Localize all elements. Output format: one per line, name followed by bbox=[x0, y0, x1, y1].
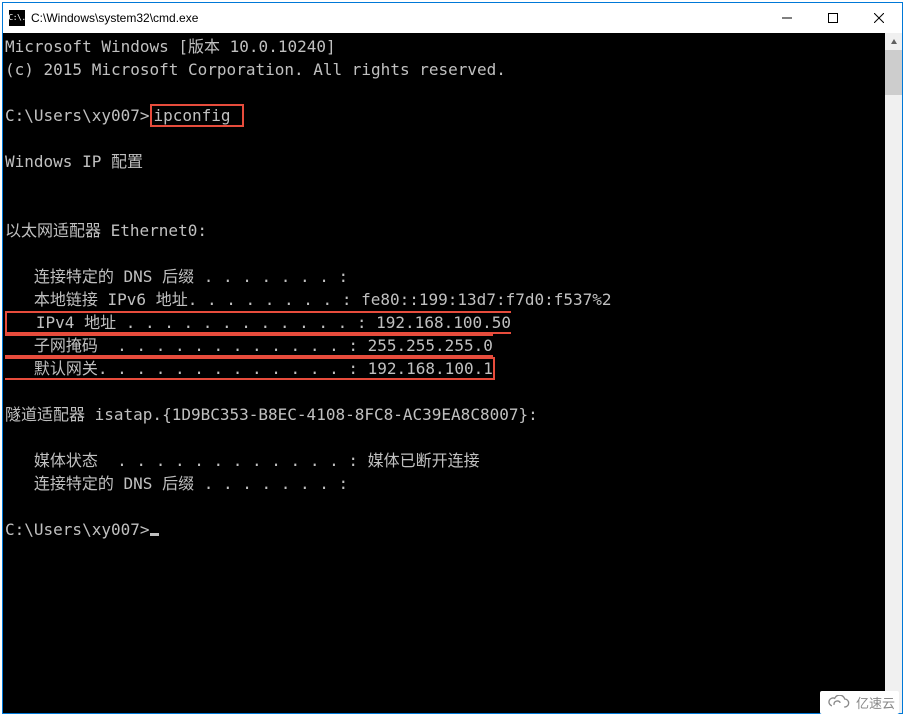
scroll-thumb[interactable] bbox=[885, 50, 902, 95]
maximize-button[interactable] bbox=[810, 3, 856, 33]
header-line: Microsoft Windows [版本 10.0.10240] bbox=[5, 37, 336, 56]
watermark-text: 亿速云 bbox=[856, 693, 895, 712]
scroll-track[interactable] bbox=[885, 50, 902, 696]
adapter-title: 隧道适配器 isatap.{1D9BC353-B8EC-4108-8FC8-AC… bbox=[5, 405, 538, 424]
adapter-title: 以太网适配器 Ethernet0: bbox=[5, 221, 207, 240]
close-button[interactable] bbox=[856, 3, 902, 33]
cmd-window: C:\. C:\Windows\system32\cmd.exe Microso… bbox=[2, 2, 903, 714]
vertical-scrollbar[interactable] bbox=[885, 33, 902, 713]
gateway-line: 默认网关. . . . . . . . . . . . . : 192.168.… bbox=[5, 359, 493, 378]
window-title: C:\Windows\system32\cmd.exe bbox=[31, 11, 198, 25]
minimize-button[interactable] bbox=[764, 3, 810, 33]
dns-suffix-line: 连接特定的 DNS 后缀 . . . . . . . : bbox=[5, 474, 348, 493]
titlebar[interactable]: C:\. C:\Windows\system32\cmd.exe bbox=[3, 3, 902, 33]
ipv4-line: IPv4 地址 . . . . . . . . . . . . : 192.16… bbox=[7, 313, 511, 332]
section-heading: Windows IP 配置 bbox=[5, 152, 143, 171]
cloud-icon bbox=[824, 695, 852, 711]
cursor bbox=[150, 533, 159, 536]
dns-suffix-line: 连接特定的 DNS 后缀 . . . . . . . : bbox=[5, 267, 348, 286]
prompt-path: C:\Users\xy007> bbox=[5, 106, 150, 125]
scroll-up-button[interactable] bbox=[885, 33, 902, 50]
header-line: (c) 2015 Microsoft Corporation. All righ… bbox=[5, 60, 506, 79]
watermark: 亿速云 bbox=[820, 691, 899, 714]
cmd-icon: C:\. bbox=[9, 10, 25, 26]
prompt-path: C:\Users\xy007> bbox=[5, 520, 150, 539]
ipv6-line: 本地链接 IPv6 地址. . . . . . . . : fe80::199:… bbox=[5, 290, 612, 309]
network-info-highlight: IPv4 地址 . . . . . . . . . . . . : 192.16… bbox=[5, 311, 511, 380]
terminal-output[interactable]: Microsoft Windows [版本 10.0.10240] (c) 20… bbox=[3, 33, 902, 713]
subnet-line: 子网掩码 . . . . . . . . . . . . : 255.255.2… bbox=[5, 336, 493, 355]
command-highlight: ipconfig bbox=[150, 104, 245, 127]
media-state-line: 媒体状态 . . . . . . . . . . . . : 媒体已断开连接 bbox=[5, 451, 480, 470]
